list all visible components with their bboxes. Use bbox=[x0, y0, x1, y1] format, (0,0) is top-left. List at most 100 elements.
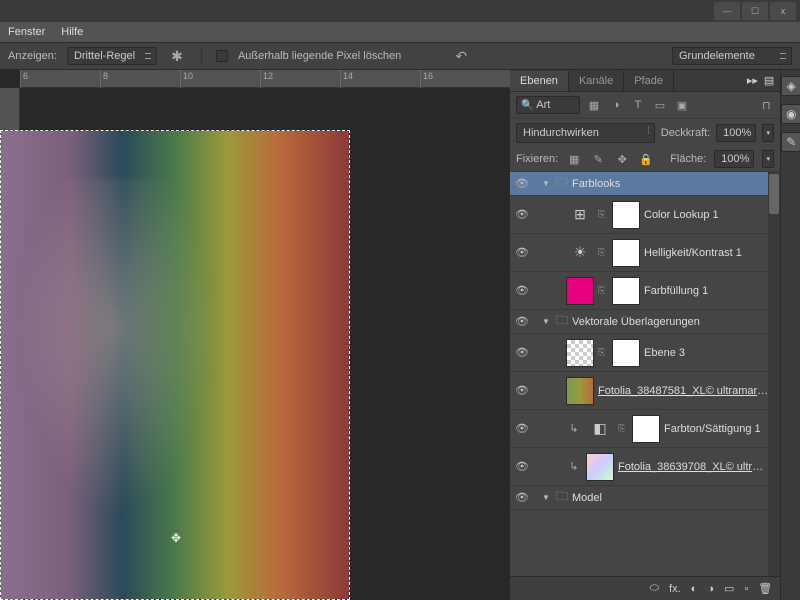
layer-ebene3[interactable]: 👁 ⎘ Ebene 3 bbox=[510, 334, 768, 372]
layer-thumbnail[interactable] bbox=[586, 453, 614, 481]
tab-kanaele[interactable]: Kanäle bbox=[569, 71, 624, 91]
mask-thumbnail[interactable] bbox=[612, 201, 640, 229]
panel-menu-icon[interactable]: ▤ bbox=[764, 74, 774, 87]
workspace-dropdown[interactable]: Grundelemente bbox=[672, 47, 792, 65]
menu-hilfe[interactable]: Hilfe bbox=[61, 26, 83, 38]
mask-thumbnail[interactable] bbox=[612, 277, 640, 305]
expand-icon[interactable]: ▼ bbox=[542, 493, 552, 502]
filter-shape-icon[interactable]: ▭ bbox=[652, 97, 668, 113]
layer-name[interactable]: Color Lookup 1 bbox=[644, 209, 768, 221]
pixel-delete-checkbox[interactable] bbox=[216, 50, 228, 62]
layer-fotolia2[interactable]: 👁 ↳ Fotolia_38639708_XL© ultramari... bbox=[510, 448, 768, 486]
folder-icon: 🗀 bbox=[556, 173, 568, 194]
group-name[interactable]: Farblooks bbox=[572, 178, 768, 190]
fill-thumbnail[interactable] bbox=[566, 277, 594, 305]
anzeigen-dropdown[interactable]: Drittel-Regel bbox=[67, 47, 157, 65]
layer-thumbnail[interactable] bbox=[566, 377, 594, 405]
expand-icon[interactable]: ▼ bbox=[542, 179, 552, 188]
lock-brush-icon[interactable]: ✎ bbox=[590, 151, 606, 167]
fill-label: Fläche: bbox=[670, 153, 706, 165]
layer-thumbnail[interactable] bbox=[566, 339, 594, 367]
layer-filter-dropdown[interactable]: 🔍 Art bbox=[516, 96, 580, 114]
toolpanel-3d-icon[interactable]: ◉ bbox=[781, 104, 800, 124]
layer-color-lookup[interactable]: 👁 ⊞ ⎘ Color Lookup 1 bbox=[510, 196, 768, 234]
lock-label: Fixieren: bbox=[516, 153, 558, 165]
layer-group-farblooks[interactable]: 👁 ▼ 🗀 Farblooks bbox=[510, 172, 768, 196]
crop-center-icon[interactable]: ✥ bbox=[171, 531, 181, 545]
lock-pixels-icon[interactable]: ▦ bbox=[566, 151, 582, 167]
window-maximize-button[interactable]: ☐ bbox=[742, 2, 768, 20]
filter-smart-icon[interactable]: ▣ bbox=[674, 97, 690, 113]
visibility-icon[interactable]: 👁 bbox=[514, 208, 530, 221]
anzeigen-label: Anzeigen: bbox=[8, 50, 57, 62]
layer-group-model[interactable]: 👁 ▼ 🗀 Model bbox=[510, 486, 768, 510]
layer-name[interactable]: Farbfüllung 1 bbox=[644, 285, 768, 297]
lock-position-icon[interactable]: ✥ bbox=[614, 151, 630, 167]
mask-thumbnail[interactable] bbox=[612, 239, 640, 267]
tab-pfade[interactable]: Pfade bbox=[624, 71, 674, 91]
layers-scrollbar[interactable] bbox=[768, 172, 780, 576]
fill-input[interactable]: 100% bbox=[714, 150, 754, 168]
toolpanel-layers-icon[interactable]: ◈ bbox=[781, 76, 800, 96]
fx-icon[interactable]: fx. bbox=[669, 583, 681, 595]
link-icon: ⎘ bbox=[598, 285, 608, 296]
filter-adjust-icon[interactable]: ◑ bbox=[608, 97, 624, 113]
visibility-icon[interactable]: 👁 bbox=[514, 346, 530, 359]
clip-icon: ↳ bbox=[566, 459, 582, 475]
layer-name[interactable]: Fotolia_38639708_XL© ultramari... bbox=[618, 461, 768, 473]
opacity-input[interactable]: 100% bbox=[716, 124, 756, 142]
group-name[interactable]: Model bbox=[572, 492, 768, 504]
adjustment-icon[interactable]: ◑ bbox=[707, 583, 714, 595]
ruler-tick: 8 bbox=[100, 70, 180, 88]
layer-brightness-contrast[interactable]: 👁 ☀ ⎘ Helligkeit/Kontrast 1 bbox=[510, 234, 768, 272]
lock-all-icon[interactable]: 🔒 bbox=[638, 151, 654, 167]
ruler-horizontal[interactable]: 6 8 10 12 14 16 bbox=[20, 70, 510, 88]
link-icon: ⎘ bbox=[598, 347, 608, 358]
window-close-button[interactable]: x bbox=[770, 2, 796, 20]
layer-name[interactable]: Fotolia_38487581_XL© ultramari... bbox=[598, 385, 768, 397]
menu-fenster[interactable]: Fenster bbox=[8, 26, 45, 38]
mask-thumbnail[interactable] bbox=[632, 415, 660, 443]
crop-handle-tr[interactable] bbox=[335, 130, 350, 145]
visibility-icon[interactable]: 👁 bbox=[514, 315, 530, 328]
layer-group-vektorale[interactable]: 👁 ▼ 🗀 Vektorale Überlagerungen bbox=[510, 310, 768, 334]
visibility-icon[interactable]: 👁 bbox=[514, 422, 530, 435]
toolpanel-paths-icon[interactable]: ✎ bbox=[781, 132, 800, 152]
visibility-icon[interactable]: 👁 bbox=[514, 177, 530, 190]
filter-text-icon[interactable]: T bbox=[630, 97, 646, 113]
folder-icon: 🗀 bbox=[556, 311, 568, 332]
layer-color-fill[interactable]: 👁 ⎘ Farbfüllung 1 bbox=[510, 272, 768, 310]
filter-image-icon[interactable]: ▦ bbox=[586, 97, 602, 113]
visibility-icon[interactable]: 👁 bbox=[514, 284, 530, 297]
visibility-icon[interactable]: 👁 bbox=[514, 491, 530, 504]
new-group-icon[interactable]: ▭ bbox=[724, 582, 734, 595]
layer-name[interactable]: Ebene 3 bbox=[644, 347, 768, 359]
layer-name[interactable]: Helligkeit/Kontrast 1 bbox=[644, 247, 768, 259]
blend-mode-dropdown[interactable]: Hindurchwirken bbox=[516, 123, 655, 143]
visibility-icon[interactable]: 👁 bbox=[514, 246, 530, 259]
group-name[interactable]: Vektorale Überlagerungen bbox=[572, 316, 768, 328]
tab-ebenen[interactable]: Ebenen bbox=[510, 71, 569, 91]
canvas[interactable]: ✥ bbox=[0, 130, 350, 600]
mask-thumbnail[interactable] bbox=[612, 339, 640, 367]
reset-icon[interactable] bbox=[451, 46, 471, 66]
layer-hue-saturation[interactable]: 👁 ↳ ◧ ⎘ Farbton/Sättigung 1 bbox=[510, 410, 768, 448]
crop-handle-top[interactable] bbox=[151, 130, 167, 145]
fill-dropdown-icon[interactable]: ▾ bbox=[762, 150, 774, 168]
expand-icon[interactable]: ▼ bbox=[542, 317, 552, 326]
scrollbar-thumb[interactable] bbox=[769, 174, 779, 214]
visibility-icon[interactable]: 👁 bbox=[514, 460, 530, 473]
panel-collapse-icon[interactable]: ▸▸ bbox=[747, 74, 758, 87]
layer-fotolia1[interactable]: 👁 Fotolia_38487581_XL© ultramari... bbox=[510, 372, 768, 410]
link-layers-icon[interactable]: ⬭ bbox=[650, 582, 659, 595]
add-mask-icon[interactable]: ◐ bbox=[691, 583, 698, 595]
visibility-icon[interactable]: 👁 bbox=[514, 384, 530, 397]
gear-icon[interactable] bbox=[167, 46, 187, 66]
filter-toggle-icon[interactable]: ⊓ bbox=[758, 97, 774, 113]
delete-layer-icon[interactable]: 🗑 bbox=[758, 582, 772, 595]
ruler-tick: 16 bbox=[420, 70, 500, 88]
layer-name[interactable]: Farbton/Sättigung 1 bbox=[664, 423, 768, 435]
window-minimize-button[interactable]: — bbox=[714, 2, 740, 20]
new-layer-icon[interactable]: ▫ bbox=[744, 583, 748, 595]
opacity-dropdown-icon[interactable]: ▾ bbox=[762, 124, 774, 142]
